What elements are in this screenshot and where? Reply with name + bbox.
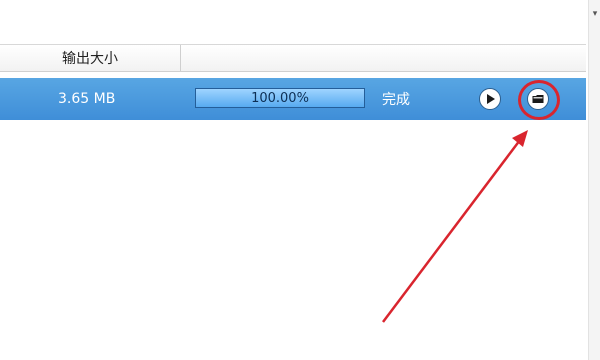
download-window: ▾ 输出大小 3.65 MB 100.00% 完成: [0, 0, 600, 360]
annotation-arrow: [382, 130, 528, 323]
